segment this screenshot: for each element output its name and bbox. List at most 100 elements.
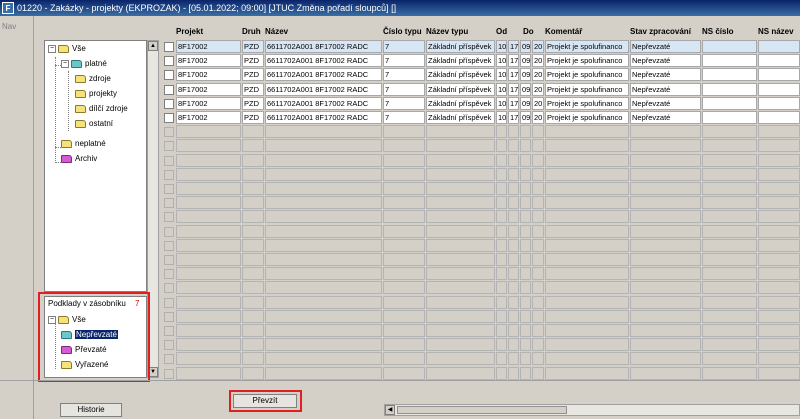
table-cell[interactable]: [426, 309, 495, 323]
table-cell[interactable]: [532, 253, 544, 266]
table-cell[interactable]: 10: [496, 96, 507, 110]
table-cell[interactable]: [532, 238, 544, 252]
table-cell[interactable]: [508, 352, 519, 366]
table-cell[interactable]: [702, 210, 757, 224]
nav-label[interactable]: Nav: [2, 22, 16, 31]
collapse-icon[interactable]: −: [48, 315, 56, 324]
table-cell[interactable]: [496, 267, 507, 281]
table-cell[interactable]: [508, 238, 519, 252]
table-cell[interactable]: [520, 224, 531, 238]
table-cell[interactable]: [496, 295, 507, 309]
table-cell[interactable]: [545, 366, 629, 380]
table-cell[interactable]: [520, 352, 531, 366]
column-header[interactable]: Stav zpracování: [630, 27, 691, 36]
table-cell[interactable]: [426, 153, 495, 167]
table-cell[interactable]: [545, 253, 629, 266]
table-cell[interactable]: Projekt je spolufinanco: [545, 40, 629, 53]
table-cell[interactable]: 20: [532, 111, 544, 124]
table-cell[interactable]: 8F17002: [176, 82, 241, 96]
table-cell[interactable]: [520, 253, 531, 266]
table-cell[interactable]: [545, 324, 629, 337]
table-cell[interactable]: [508, 338, 519, 352]
table-cell[interactable]: [383, 366, 425, 380]
row-checkbox[interactable]: [164, 212, 174, 223]
table-cell[interactable]: [630, 182, 701, 195]
table-cell[interactable]: [758, 111, 800, 124]
table-cell[interactable]: [758, 366, 800, 380]
table-cell[interactable]: [383, 281, 425, 295]
table-cell[interactable]: 09: [520, 82, 531, 96]
table-cell[interactable]: [426, 224, 495, 238]
row-checkbox[interactable]: [164, 340, 174, 351]
stash-item-root[interactable]: − Vše: [48, 315, 86, 324]
table-cell[interactable]: [508, 153, 519, 167]
row-checkbox[interactable]: [164, 198, 174, 209]
table-cell[interactable]: [496, 125, 507, 139]
table-row[interactable]: [160, 210, 800, 224]
table-cell[interactable]: 10: [496, 40, 507, 53]
table-cell[interactable]: 10: [496, 111, 507, 124]
table-cell[interactable]: [265, 182, 382, 195]
table-cell[interactable]: [383, 295, 425, 309]
tree-item-ostatni[interactable]: ostatní: [75, 119, 113, 128]
table-cell[interactable]: 6611702A001 8F17002 RADC: [265, 82, 382, 96]
table-cell[interactable]: [242, 139, 264, 153]
table-cell[interactable]: [426, 352, 495, 366]
table-cell[interactable]: [545, 196, 629, 210]
table-cell[interactable]: 17: [508, 82, 519, 96]
table-cell[interactable]: PZD: [242, 96, 264, 110]
tree-item-root[interactable]: − Vše: [48, 44, 86, 53]
table-cell[interactable]: 09: [520, 54, 531, 68]
table-cell[interactable]: [630, 366, 701, 380]
table-cell[interactable]: Projekt je spolufinanco: [545, 54, 629, 68]
table-cell[interactable]: [758, 324, 800, 337]
table-cell[interactable]: 09: [520, 111, 531, 124]
table-cell[interactable]: [758, 309, 800, 323]
table-cell[interactable]: [383, 182, 425, 195]
table-cell[interactable]: [176, 295, 241, 309]
table-cell[interactable]: [242, 338, 264, 352]
table-cell[interactable]: [545, 153, 629, 167]
table-cell[interactable]: Nepřevzaté: [630, 40, 701, 53]
table-cell[interactable]: [242, 309, 264, 323]
table-cell[interactable]: [532, 295, 544, 309]
table-cell[interactable]: [426, 295, 495, 309]
table-cell[interactable]: [176, 366, 241, 380]
table-cell[interactable]: [265, 238, 382, 252]
table-cell[interactable]: [520, 267, 531, 281]
table-cell[interactable]: [265, 267, 382, 281]
table-cell[interactable]: [242, 253, 264, 266]
table-cell[interactable]: [532, 281, 544, 295]
table-cell[interactable]: [545, 125, 629, 139]
table-cell[interactable]: [630, 167, 701, 181]
table-cell[interactable]: [545, 238, 629, 252]
table-row[interactable]: [160, 267, 800, 281]
table-cell[interactable]: [426, 253, 495, 266]
table-cell[interactable]: Základní příspěvek: [426, 54, 495, 68]
table-cell[interactable]: [176, 309, 241, 323]
table-cell[interactable]: Základní příspěvek: [426, 111, 495, 124]
row-checkbox[interactable]: [164, 113, 174, 123]
table-cell[interactable]: [176, 153, 241, 167]
table-cell[interactable]: [702, 281, 757, 295]
table-cell[interactable]: [702, 366, 757, 380]
table-cell[interactable]: [758, 281, 800, 295]
table-cell[interactable]: [176, 338, 241, 352]
table-cell[interactable]: [508, 267, 519, 281]
table-cell[interactable]: 09: [520, 68, 531, 82]
table-cell[interactable]: 7: [383, 68, 425, 82]
column-header[interactable]: Komentář: [545, 27, 582, 36]
column-header[interactable]: Číslo typu: [383, 27, 422, 36]
table-cell[interactable]: [545, 224, 629, 238]
table-cell[interactable]: Projekt je spolufinanco: [545, 111, 629, 124]
table-cell[interactable]: [630, 139, 701, 153]
table-cell[interactable]: 7: [383, 111, 425, 124]
table-cell[interactable]: [702, 253, 757, 266]
nav-panel[interactable]: Nav: [0, 16, 34, 419]
table-cell[interactable]: [758, 196, 800, 210]
column-header[interactable]: Do: [523, 27, 534, 36]
table-cell[interactable]: [496, 309, 507, 323]
tree-scrollbar[interactable]: ▲ ▼: [147, 40, 159, 378]
row-checkbox[interactable]: [164, 368, 174, 379]
table-cell[interactable]: [758, 68, 800, 82]
